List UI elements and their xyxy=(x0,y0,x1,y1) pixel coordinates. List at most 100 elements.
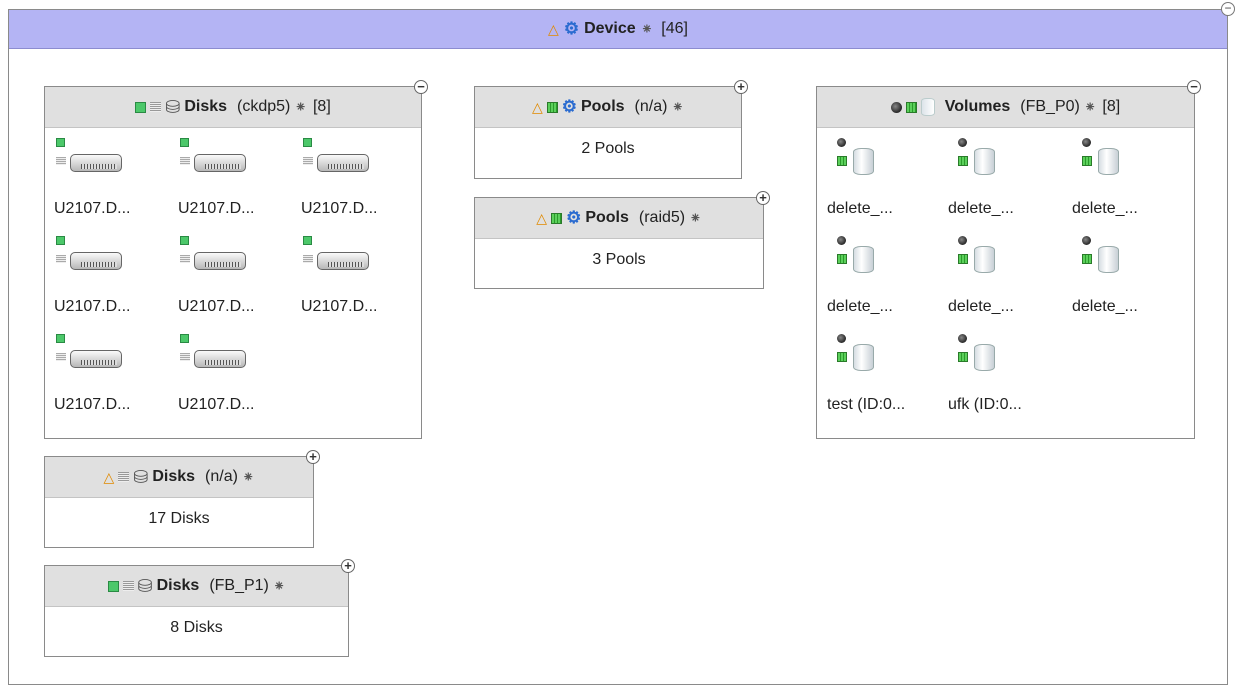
expand-button[interactable]: + xyxy=(341,559,355,573)
collapse-button[interactable]: − xyxy=(414,80,428,94)
group-header[interactable]: ⛁ Disks (ckdp5) ⁕ [8] xyxy=(45,87,421,128)
disks-icon: ⛁ xyxy=(165,96,181,117)
device-icon: ⚙ xyxy=(563,19,580,38)
device-title: Device xyxy=(584,20,636,37)
volume-item[interactable]: delete_... xyxy=(1072,136,1202,236)
stack-icon xyxy=(303,255,313,263)
stack-icon xyxy=(118,472,130,482)
expand-button[interactable]: + xyxy=(734,80,748,94)
status-ok-icon xyxy=(1082,254,1092,264)
volume-item[interactable]: delete_... xyxy=(948,234,1078,334)
status-ok-icon xyxy=(303,236,312,245)
collapse-button[interactable]: − xyxy=(1187,80,1201,94)
status-ok-icon xyxy=(56,334,65,343)
status-ok-icon xyxy=(905,101,917,113)
status-ok-icon xyxy=(180,334,189,343)
disk-item[interactable]: U2107.D... xyxy=(54,332,184,432)
status-ok-icon xyxy=(958,254,968,264)
group-title: Disks xyxy=(156,577,200,594)
volume-label: delete_... xyxy=(948,298,1014,315)
disk-icon xyxy=(70,350,122,368)
warning-icon: △ xyxy=(536,209,548,226)
volume-icon xyxy=(853,148,874,175)
offline-status-icon xyxy=(958,138,967,147)
star-icon: ⁕ xyxy=(272,578,286,595)
disk-label: U2107.D... xyxy=(301,200,378,217)
disk-icon xyxy=(317,252,369,270)
expand-button[interactable]: + xyxy=(306,450,320,464)
group-title: Disks xyxy=(152,468,196,485)
volume-item[interactable]: ufk (ID:0... xyxy=(948,332,1078,432)
volume-item[interactable]: test (ID:0... xyxy=(827,332,957,432)
group-header[interactable]: △ ⚙ Pools (raid5) ⁕ xyxy=(475,198,763,239)
status-ok-icon xyxy=(551,212,563,224)
stack-icon xyxy=(150,102,162,112)
star-icon: ⁕ xyxy=(689,210,702,227)
device-header[interactable]: △ ⚙ Device ⁕ [46] xyxy=(9,10,1227,49)
volume-icon xyxy=(974,344,995,371)
group-header[interactable]: Volumes (FB_P0) ⁕ [8] xyxy=(817,87,1194,128)
group-pools-raid5: △ ⚙ Pools (raid5) ⁕ + 3 Pools xyxy=(474,191,770,289)
pools-icon: ⚙ xyxy=(561,97,577,116)
disk-item[interactable]: U2107.D... xyxy=(178,234,308,334)
disk-item[interactable]: U2107.D... xyxy=(54,234,184,334)
disk-item[interactable]: U2107.D... xyxy=(301,234,431,334)
group-volumes-fbp0: Volumes (FB_P0) ⁕ [8] − delete_... delet… xyxy=(816,80,1201,439)
volume-icon xyxy=(853,344,874,371)
disk-icon xyxy=(317,154,369,172)
status-ok-icon xyxy=(180,236,189,245)
disk-label: U2107.D... xyxy=(54,298,131,315)
disk-icon xyxy=(70,154,122,172)
group-subtitle: (n/a) xyxy=(634,98,668,115)
disk-label: U2107.D... xyxy=(178,298,255,315)
star-icon: ⁕ xyxy=(241,469,255,486)
status-ok-icon xyxy=(837,352,847,362)
status-ok-icon xyxy=(303,138,312,147)
volume-icon xyxy=(920,98,935,116)
disk-label: U2107.D... xyxy=(301,298,378,315)
disk-label: U2107.D... xyxy=(178,396,255,413)
stack-icon xyxy=(180,353,190,361)
stack-icon xyxy=(56,157,66,165)
disk-item[interactable]: U2107.D... xyxy=(54,136,184,236)
group-disks-fbp1: ⛁ Disks (FB_P1) ⁕ + 8 Disks xyxy=(44,559,355,657)
disk-icon xyxy=(194,252,246,270)
warning-icon: △ xyxy=(103,468,115,485)
expand-button[interactable]: + xyxy=(756,191,770,205)
device-collapse-button[interactable]: − xyxy=(1221,2,1235,16)
volume-item[interactable]: delete_... xyxy=(827,136,957,236)
disk-item[interactable]: U2107.D... xyxy=(301,136,431,236)
volume-icon xyxy=(853,246,874,273)
stack-icon xyxy=(56,353,66,361)
stack-icon xyxy=(303,157,313,165)
offline-status-icon xyxy=(1082,138,1091,147)
disk-item[interactable]: U2107.D... xyxy=(178,332,308,432)
offline-status-icon xyxy=(837,334,846,343)
group-subtitle: (FB_P0) xyxy=(1020,98,1080,115)
volume-label: test (ID:0... xyxy=(827,396,906,413)
device-count: [46] xyxy=(661,20,688,37)
volume-item[interactable]: delete_... xyxy=(827,234,957,334)
volume-item[interactable]: delete_... xyxy=(1072,234,1202,334)
disk-icon xyxy=(70,252,122,270)
volume-label: delete_... xyxy=(827,298,893,315)
group-header[interactable]: ⛁ Disks (FB_P1) ⁕ xyxy=(45,566,348,607)
volume-item[interactable]: delete_... xyxy=(948,136,1078,236)
offline-status-icon xyxy=(958,334,967,343)
stack-icon xyxy=(180,255,190,263)
disk-label: U2107.D... xyxy=(54,200,131,217)
volume-icon xyxy=(974,148,995,175)
group-header[interactable]: △ ⛁ Disks (n/a) ⁕ xyxy=(45,457,313,498)
status-ok-icon xyxy=(107,580,119,592)
volume-label: delete_... xyxy=(1072,200,1138,217)
volume-icon xyxy=(1098,148,1119,175)
offline-status-icon xyxy=(837,236,846,245)
group-subtitle: (n/a) xyxy=(205,468,238,485)
disks-icon: ⛁ xyxy=(137,575,153,596)
group-pools-na: △ ⚙ Pools (n/a) ⁕ + 2 Pools xyxy=(474,80,748,179)
disk-icon xyxy=(194,154,246,172)
status-ok-icon xyxy=(135,101,147,113)
status-ok-icon xyxy=(56,236,65,245)
disk-item[interactable]: U2107.D... xyxy=(178,136,308,236)
group-header[interactable]: △ ⚙ Pools (n/a) ⁕ xyxy=(475,87,741,128)
